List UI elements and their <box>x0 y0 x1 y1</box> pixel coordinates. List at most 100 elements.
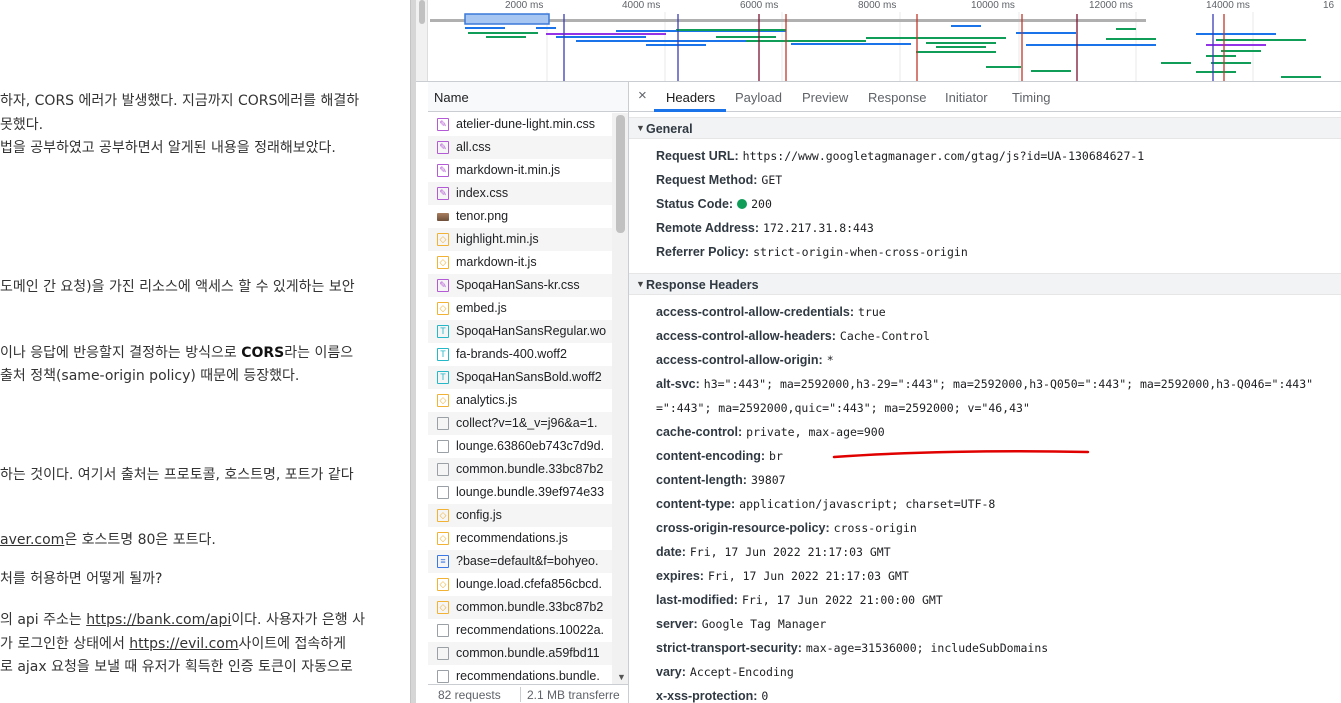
waterfall-bar <box>646 44 706 46</box>
transfer-size: 2.1 MB transferre <box>527 688 620 702</box>
request-row[interactable]: ✎ markdown-it.min.js <box>428 159 612 182</box>
timeline-tick: 8000 ms <box>858 0 897 11</box>
header-row: server: Google Tag Manager <box>656 615 826 633</box>
request-row[interactable]: ◇ highlight.min.js <box>428 228 612 251</box>
request-row[interactable]: common.bundle.a59fbd11 <box>428 642 612 665</box>
waterfall-bar <box>1221 50 1261 52</box>
tab-payload[interactable]: Payload <box>735 90 782 105</box>
request-row[interactable]: ◇ config.js <box>428 504 612 527</box>
status-ok-icon <box>737 199 748 209</box>
name-column-header[interactable]: Name <box>428 82 628 112</box>
header-value: 0 <box>761 689 769 703</box>
request-row[interactable]: ◇ analytics.js <box>428 389 612 412</box>
waterfall-bar <box>1196 33 1276 35</box>
close-details-icon[interactable]: × <box>638 87 647 104</box>
request-row[interactable]: ✎ SpoqaHanSans-kr.css <box>428 274 612 297</box>
request-name: ?base=default&f=bohyeo. <box>456 554 599 568</box>
article-text-line: 도메인 간 요청)을 가진 리소스에 액세스 할 수 있게하는 보안 <box>0 276 355 296</box>
request-name: recommendations.10022a. <box>456 623 605 637</box>
request-row[interactable]: ✎ atelier-dune-light.min.css <box>428 113 612 136</box>
request-name: common.bundle.33bc87b2 <box>456 462 604 476</box>
header-row: content-encoding: br <box>656 447 783 465</box>
request-row[interactable]: Tfa-brands-400.woff2 <box>428 343 612 366</box>
waterfall-bar <box>1031 70 1071 72</box>
request-row[interactable]: ◇ lounge.load.cfefa856cbcd. <box>428 573 612 596</box>
scroll-down-arrow-icon[interactable]: ▼ <box>617 672 626 682</box>
request-row[interactable]: T SpoqaHanSansBold.woff2 <box>428 366 612 389</box>
header-row: Request Method: GET <box>656 171 782 189</box>
request-name: common.bundle.a59fbd11 <box>456 646 600 660</box>
article-text-line: 처를 허용하면 어떻게 될까? <box>0 568 162 588</box>
request-row[interactable]: ◇ markdown-it.js <box>428 251 612 274</box>
header-name: Request Method: <box>656 173 758 187</box>
request-row[interactable]: ✎ index.css <box>428 182 612 205</box>
request-name: collect?v=1&_v=j96&a=1. <box>456 416 598 430</box>
waterfall-bar <box>1106 38 1156 40</box>
js-file-icon: ◇ <box>437 256 449 269</box>
timeline-tick: 10000 ms <box>971 0 1015 11</box>
header-name: access-control-allow-headers: <box>656 329 836 343</box>
request-row[interactable]: common.bundle.33bc87b2 <box>428 458 612 481</box>
waterfall-bar <box>716 36 776 38</box>
waterfall-bar <box>1016 32 1076 34</box>
tab-preview[interactable]: Preview <box>802 90 848 105</box>
request-row[interactable]: lounge.63860eb743c7d9d. <box>428 435 612 458</box>
article-link[interactable]: https://evil.com <box>129 636 238 652</box>
js-file-icon: ◇ <box>437 302 449 315</box>
font-file-icon: T <box>437 371 449 384</box>
article-text: 못했다. <box>0 117 44 133</box>
header-row: Status Code: 200 <box>656 195 772 213</box>
request-row[interactable]: T SpoqaHanSansRegular.wo <box>428 320 612 343</box>
request-row[interactable]: ◇ common.bundle.33bc87b2 <box>428 596 612 619</box>
request-name: highlight.min.js <box>456 232 539 246</box>
article-link[interactable]: https://bank.com/api <box>86 612 231 628</box>
document-icon <box>437 670 449 683</box>
font-file-icon: T <box>437 325 449 338</box>
request-row[interactable]: ◇ embed.js <box>428 297 612 320</box>
expand-triangle-icon: ▼ <box>636 279 645 289</box>
tab-timing[interactable]: Timing <box>1012 90 1051 105</box>
response-headers-section-header[interactable]: ▼ Response Headers <box>629 273 1341 295</box>
tab-response[interactable]: Response <box>868 90 927 105</box>
network-timeline-overview[interactable]: 2000 ms 4000 ms 6000 ms 8000 ms 10000 ms… <box>416 0 1341 82</box>
header-name: Referrer Policy: <box>656 245 750 259</box>
article-text: 하자, CORS 에러가 발생했다. 지금까지 CORS에러를 해결하 <box>0 93 360 109</box>
general-section-header[interactable]: ▼ General <box>629 117 1341 139</box>
request-summary-bar: 82 requests 2.1 MB transferre <box>428 684 628 703</box>
header-row: last-modified: Fri, 17 Jun 2022 21:00:00 … <box>656 591 943 609</box>
header-value: true <box>857 305 886 319</box>
article-text: 처를 허용하면 어떻게 될까? <box>0 571 163 587</box>
waterfall-bar <box>926 42 996 44</box>
request-row[interactable]: collect?v=1&_v=j96&a=1. <box>428 412 612 435</box>
request-list-scroll-thumb[interactable] <box>616 115 625 233</box>
article-text: 하는 것이다. 여기서 출처는 프로토콜, 호스트명, 포트가 같다 <box>0 467 354 483</box>
header-row: Remote Address: 172.217.31.8:443 <box>656 219 874 237</box>
request-row[interactable]: tenor.png <box>428 205 612 228</box>
tab-headers[interactable]: Headers <box>666 90 715 105</box>
request-list-scrollbar[interactable]: ▼ <box>612 113 628 684</box>
timeline-tick: 6000 ms <box>740 0 779 11</box>
article-text: 로 ajax 요청을 보낼 때 유저가 획득한 인증 토큰이 자동으로 <box>0 659 353 675</box>
request-row[interactable]: lounge.bundle.39ef974e33 <box>428 481 612 504</box>
details-tab-bar: × Headers Payload Preview Response Initi… <box>629 82 1341 112</box>
header-name: cross-origin-resource-policy: <box>656 521 830 535</box>
request-name: SpoqaHanSansBold.woff2 <box>456 370 602 384</box>
expand-triangle-icon: ▼ <box>636 123 645 133</box>
header-value: * <box>826 353 834 367</box>
request-count: 82 requests <box>438 688 501 702</box>
request-row[interactable]: ≡ ?base=default&f=bohyeo. <box>428 550 612 573</box>
header-name: vary: <box>656 665 686 679</box>
js-file-icon: ◇ <box>437 233 449 246</box>
timeline-tick: 4000 ms <box>622 0 661 11</box>
timeline-tick: 12000 ms <box>1089 0 1133 11</box>
request-row[interactable]: ✎ all.css <box>428 136 612 159</box>
tab-initiator[interactable]: Initiator <box>945 90 988 105</box>
request-row[interactable]: ◇ recommendations.js <box>428 527 612 550</box>
article-link[interactable]: aver.com <box>0 532 64 548</box>
header-row: content-length: 39807 <box>656 471 786 489</box>
image-file-icon <box>437 213 449 221</box>
js-file-icon: ◇ <box>437 394 449 407</box>
header-name: last-modified: <box>656 593 738 607</box>
article-text: 가 로그인한 상태에서 <box>0 636 130 652</box>
request-row[interactable]: recommendations.10022a. <box>428 619 612 642</box>
